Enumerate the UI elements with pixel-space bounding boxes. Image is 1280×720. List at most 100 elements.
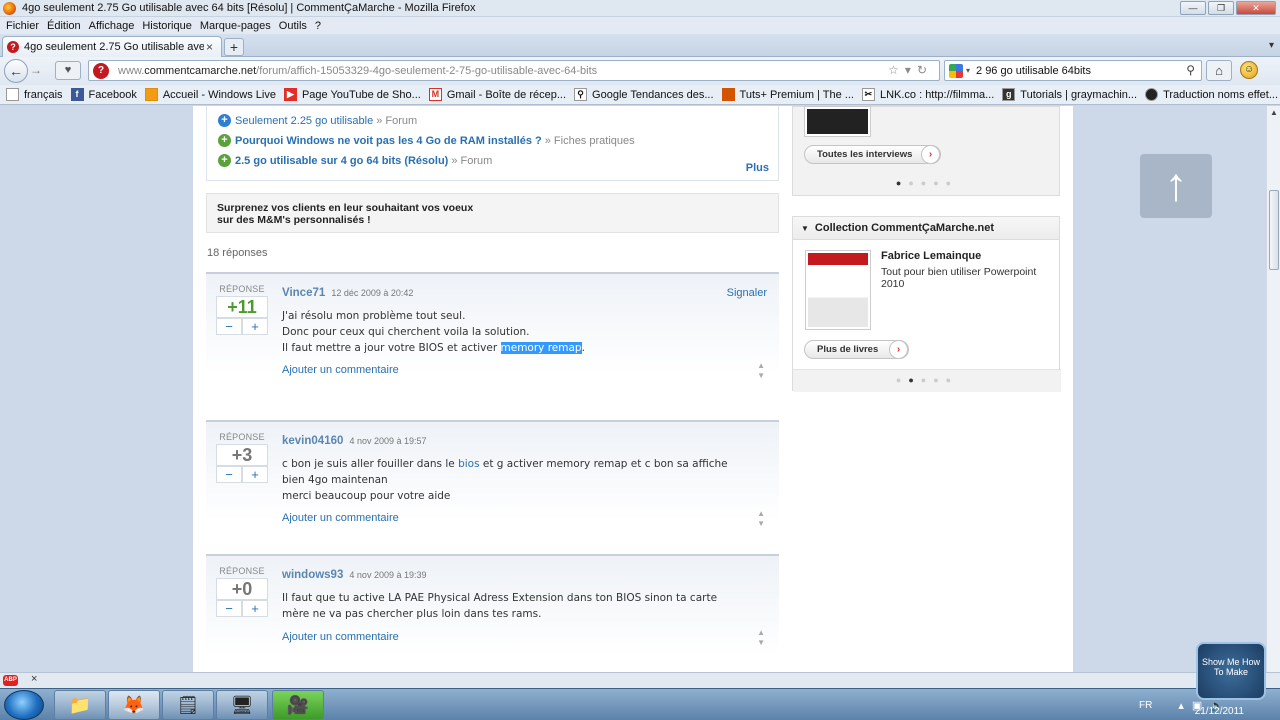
menu-edition[interactable]: Édition: [47, 20, 81, 32]
tab-active[interactable]: ? 4go seulement 2.75 Go utilisable avec …: [2, 36, 222, 57]
menu-affichage[interactable]: Affichage: [89, 20, 135, 32]
new-tab-button[interactable]: +: [224, 38, 244, 56]
close-findbar-icon[interactable]: ×: [31, 673, 37, 685]
notes-taskbar-button[interactable]: 🗒: [162, 690, 214, 720]
notification-flag-icon[interactable]: ▴: [1178, 699, 1184, 712]
sort-arrows-icon[interactable]: ▲ ▼: [757, 361, 765, 381]
vote-up-button[interactable]: +: [242, 318, 268, 335]
facebook-icon: f: [70, 88, 84, 101]
bookmark-item[interactable]: français: [6, 88, 63, 101]
addon-smiley-icon[interactable]: ☺: [1240, 61, 1258, 79]
bookmarks-toolbar: français f Facebook Accueil - Windows Liv…: [0, 85, 1280, 105]
url-bar[interactable]: ? www.commentcamarche.net/forum/affich-1…: [88, 60, 940, 81]
bookmark-item[interactable]: ▶ Page YouTube de Sho...: [283, 88, 421, 101]
vote-down-button[interactable]: −: [216, 600, 242, 617]
back-button[interactable]: ←: [4, 59, 28, 83]
book-author[interactable]: Fabrice Lemainque: [881, 250, 981, 262]
selected-text: memory remap: [500, 342, 582, 354]
related-suffix: » Forum: [376, 114, 418, 127]
menu-outils[interactable]: Outils: [279, 20, 307, 32]
identity-icon[interactable]: ♥: [55, 61, 81, 80]
bookmark-item[interactable]: Accueil - Windows Live: [144, 88, 276, 101]
author-name[interactable]: kevin04160: [282, 435, 343, 447]
menu-help[interactable]: ?: [315, 20, 321, 32]
add-comment-link[interactable]: Ajouter un commentaire: [282, 631, 399, 643]
vote-label: RÉPONSE: [219, 284, 265, 294]
explorer-taskbar-button[interactable]: 📁: [54, 690, 106, 720]
collapse-triangle-icon: ▼: [801, 224, 809, 233]
bios-link[interactable]: bios: [458, 458, 479, 470]
menu-fichier[interactable]: Fichier: [6, 20, 39, 32]
recorder-taskbar-button[interactable]: 🎥: [272, 690, 324, 720]
related-more-link[interactable]: Plus: [746, 162, 769, 174]
author-name[interactable]: Vince71: [282, 287, 325, 299]
close-window-button[interactable]: ✕: [1236, 1, 1276, 15]
minimize-button[interactable]: —: [1180, 1, 1206, 15]
scrollbar-thumb[interactable]: [1269, 190, 1279, 270]
bookmark-item[interactable]: g Tutorials | graymachin...: [1002, 88, 1137, 101]
carousel-dots[interactable]: ●●●●●: [793, 375, 1061, 385]
vote-down-button[interactable]: −: [216, 466, 242, 483]
more-books-button[interactable]: Plus de livres ›: [804, 340, 909, 359]
carousel-dots[interactable]: ●●●●●: [793, 178, 1061, 188]
interview-thumbnail[interactable]: [805, 107, 870, 136]
book-cover[interactable]: [805, 250, 871, 330]
network-taskbar-button[interactable]: 🖥: [216, 690, 268, 720]
page-icon: [6, 88, 19, 101]
answer-card: RÉPONSE +11 − + Vince71 12 déc 2009 à 20…: [206, 272, 779, 407]
maximize-button[interactable]: ❐: [1208, 1, 1234, 15]
language-indicator[interactable]: FR: [1139, 700, 1152, 711]
vote-down-button[interactable]: −: [216, 318, 242, 335]
report-link[interactable]: Signaler: [727, 287, 767, 299]
bookmark-item[interactable]: M Gmail - Boîte de récep...: [428, 88, 566, 101]
search-engine-dropdown-icon[interactable]: ▾: [966, 66, 970, 75]
scroll-up-icon[interactable]: ▲: [1270, 108, 1278, 117]
vote-up-button[interactable]: +: [242, 600, 268, 617]
tab-list-icon[interactable]: ▾: [1269, 40, 1274, 51]
youtube-icon: ▶: [283, 88, 297, 101]
scroll-to-top-button[interactable]: ↑: [1140, 154, 1212, 218]
window-controls: — ❐ ✕: [1180, 1, 1276, 15]
bookmark-item[interactable]: Tuts+ Premium | The ...: [721, 88, 854, 101]
menu-historique[interactable]: Historique: [142, 20, 192, 32]
author-name[interactable]: windows93: [282, 569, 343, 581]
related-link[interactable]: 2.5 go utilisable sur 4 go 64 bits (Réso…: [235, 155, 448, 167]
bookmark-star-icon[interactable]: ☆▾↻: [888, 63, 933, 77]
taskbar-date[interactable]: 21/12/2011: [1195, 706, 1244, 717]
promo-box[interactable]: Surprenez vos clients en leur souhaitant…: [206, 193, 779, 233]
bookmark-item[interactable]: f Facebook: [70, 88, 137, 101]
sort-arrows-icon[interactable]: ▲ ▼: [757, 628, 765, 648]
bookmark-item[interactable]: ✂ LNK.co : http://filmma...: [861, 88, 994, 101]
related-link[interactable]: Pourquoi Windows ne voit pas les 4 Go de…: [235, 135, 542, 147]
firefox-icon: [3, 1, 16, 15]
search-bar[interactable]: ▾ 2 96 go utilisable 64bits ⚲: [944, 60, 1202, 81]
chevron-right-icon: ›: [921, 145, 940, 164]
url-text[interactable]: www.commentcamarche.net/forum/affich-150…: [118, 65, 597, 77]
home-button[interactable]: ⌂: [1206, 60, 1232, 81]
google-icon[interactable]: [949, 63, 963, 78]
search-input[interactable]: 2 96 go utilisable 64bits: [976, 65, 1091, 77]
add-comment-link[interactable]: Ajouter un commentaire: [282, 512, 399, 524]
vote-up-button[interactable]: +: [242, 466, 268, 483]
plus-circle-icon: +: [218, 154, 231, 167]
related-link[interactable]: Seulement 2.25 go utilisable: [235, 115, 373, 127]
page-viewport: + Seulement 2.25 go utilisable » Forum +…: [0, 106, 1266, 672]
tuts-icon: [721, 88, 735, 101]
firefox-taskbar-button[interactable]: 🦊: [108, 690, 160, 720]
related-item: + 2.5 go utilisable sur 4 go 64 bits (Ré…: [218, 154, 492, 167]
start-button[interactable]: [4, 690, 44, 720]
bookmark-item[interactable]: Traduction noms effet...: [1145, 88, 1278, 101]
search-icon[interactable]: ⚲: [1186, 63, 1195, 77]
chevron-right-icon: ›: [889, 340, 908, 359]
sort-arrows-icon[interactable]: ▲ ▼: [757, 509, 765, 529]
tab-close-icon[interactable]: ×: [206, 40, 213, 54]
collection-header[interactable]: ▼ Collection CommentÇaMarche.net: [793, 217, 1059, 240]
bookmark-item[interactable]: ⚲ Google Tendances des...: [574, 88, 714, 101]
menu-marque-pages[interactable]: Marque-pages: [200, 20, 271, 32]
adblock-icon[interactable]: ABP: [3, 675, 18, 686]
vertical-scrollbar[interactable]: ▲: [1266, 106, 1280, 672]
add-comment-link[interactable]: Ajouter un commentaire: [282, 364, 399, 376]
plus-circle-icon: +: [218, 114, 231, 127]
all-interviews-button[interactable]: Toutes les interviews ›: [804, 145, 941, 164]
forward-button[interactable]: →: [30, 63, 42, 77]
